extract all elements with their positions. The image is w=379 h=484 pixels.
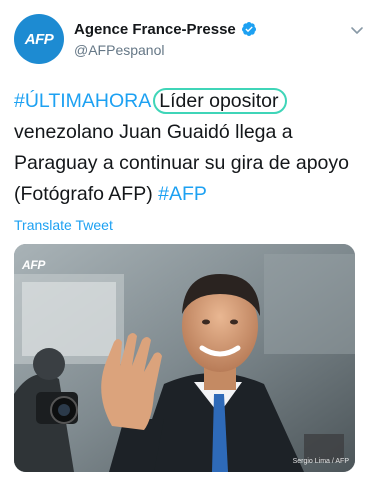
camera-lens-glass [58, 404, 70, 416]
window-right [264, 254, 355, 354]
tweet-text: #ÚLTIMAHORA Líder opositor venezolano Jua… [14, 86, 369, 210]
translate-tweet-link[interactable]: Translate Tweet [14, 217, 113, 233]
right-eye [230, 319, 238, 325]
chevron-down-icon[interactable] [349, 22, 365, 38]
tweet-header: AFP Agence France-Presse @AFPespanol [14, 14, 365, 64]
photo-credit: Sergio Lima / AFP [292, 458, 349, 465]
left-eye [202, 319, 210, 325]
handle[interactable]: @AFPespanol [74, 42, 257, 58]
photo-illustration [14, 244, 355, 472]
hashtag-afp[interactable]: #AFP [158, 183, 207, 205]
afp-watermark-logo: AFP [22, 258, 46, 272]
display-name[interactable]: Agence France-Presse [74, 21, 236, 38]
verified-badge-icon [241, 22, 256, 36]
window-left-pane [22, 282, 116, 356]
photographer-head [33, 348, 65, 380]
tweet-photo[interactable]: AFP Sergio Lima / AFP [14, 244, 355, 472]
circled-phrase: Líder opositor [153, 88, 287, 114]
tweet: AFP Agence France-Presse @AFPespanol #ÚL… [0, 0, 379, 484]
hashtag-ultimahora[interactable]: #ÚLTIMAHORA [14, 90, 151, 112]
display-name-row: Agence France-Presse [74, 19, 257, 39]
author-names: Agence France-Presse @AFPespanol [74, 19, 257, 58]
avatar[interactable]: AFP [14, 14, 64, 64]
